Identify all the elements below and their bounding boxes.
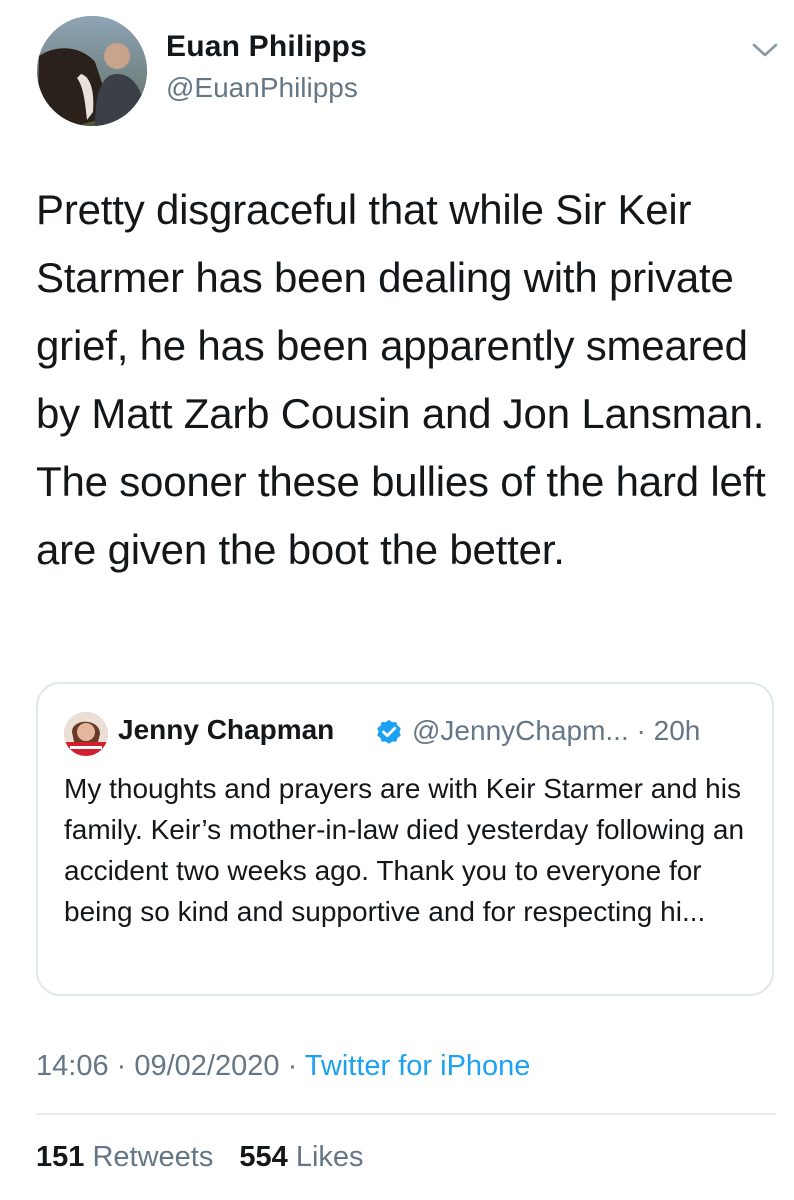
- retweets-count: 151: [36, 1141, 85, 1173]
- likes-count: 554: [239, 1141, 288, 1173]
- verified-badge-icon: [377, 719, 401, 744]
- quoted-tweet-text: My thoughts and prayers are with Keir St…: [64, 773, 745, 927]
- chevron-down-icon[interactable]: [748, 38, 782, 62]
- retweets-stat[interactable]: 151 Retweets: [36, 1141, 213, 1173]
- quoted-author-avatar-image: [64, 712, 108, 756]
- tweet-time[interactable]: 14:06: [36, 1050, 109, 1082]
- tweet-meta: 14:06 · 09/02/2020 · Twitter for iPhone: [36, 1050, 530, 1083]
- quoted-author-handle[interactable]: @JennyChapm...: [412, 715, 629, 746]
- author-avatar[interactable]: [37, 16, 147, 126]
- divider: [36, 1113, 776, 1115]
- quoted-handle-and-age: @JennyChapm... · 20h: [412, 715, 700, 747]
- author-avatar-image: [37, 16, 147, 126]
- quoted-author-name[interactable]: Jenny Chapman: [118, 714, 334, 746]
- tweet-date[interactable]: 09/02/2020: [134, 1050, 279, 1082]
- quoted-author-avatar[interactable]: [64, 712, 108, 756]
- likes-stat[interactable]: 554 Likes: [239, 1141, 363, 1173]
- quoted-tweet-age[interactable]: 20h: [654, 715, 701, 746]
- quoted-tweet-card[interactable]: Jenny Chapman @JennyChapm... · 20h My th…: [36, 682, 774, 996]
- retweets-label: Retweets: [92, 1141, 214, 1173]
- quoted-separator: ·: [628, 715, 654, 746]
- author-name[interactable]: Euan Philipps: [166, 30, 367, 64]
- meta-separator: ·: [279, 1050, 305, 1082]
- tweet-detail: Euan Philipps @EuanPhilipps Pretty disgr…: [0, 0, 794, 1200]
- meta-separator: ·: [108, 1050, 135, 1082]
- tweet-stats: 151 Retweets 554 Likes: [36, 1141, 382, 1174]
- likes-label: Likes: [295, 1141, 364, 1173]
- author-handle[interactable]: @EuanPhilipps: [166, 72, 358, 104]
- tweet-text: Pretty disgraceful that while Sir Keir S…: [36, 186, 766, 573]
- tweet-source-link[interactable]: Twitter for iPhone: [305, 1050, 531, 1082]
